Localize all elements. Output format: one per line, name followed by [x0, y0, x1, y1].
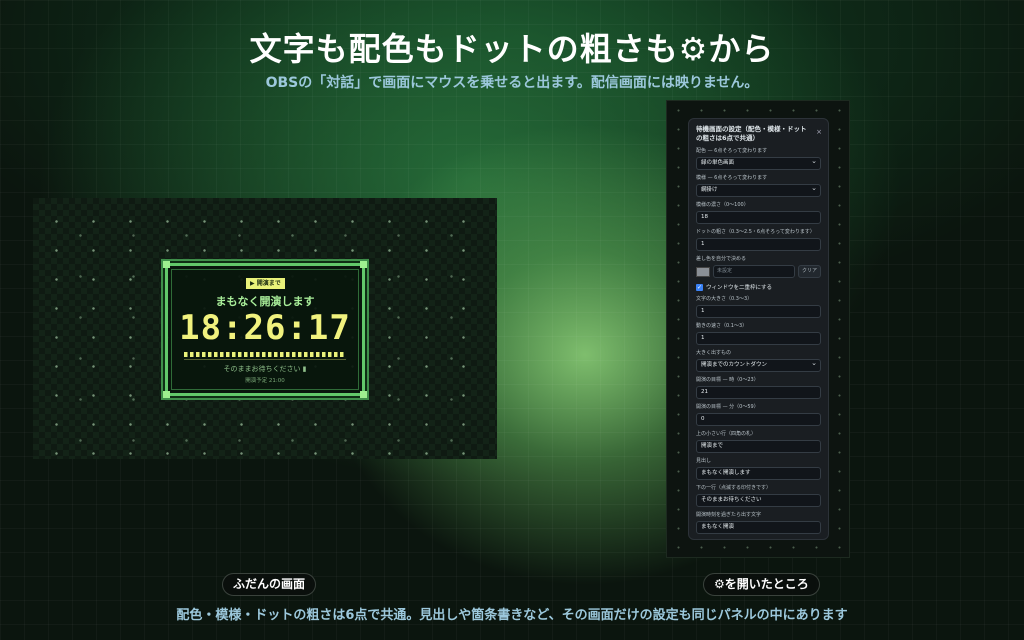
top-small-input[interactable]: 開演まで [696, 440, 821, 453]
accent-color-input[interactable]: 未設定 [713, 265, 795, 278]
progress-dots [184, 352, 346, 357]
normal-screen-caption: ふだんの画面 [222, 573, 317, 596]
progress-underline [184, 359, 346, 360]
clear-button[interactable]: クリア [797, 265, 821, 278]
normal-screen-preview: ▶ 開演まで まもなく開演します 18:26:17 そのままお待ちください ▮ … [33, 198, 497, 459]
big-item-select[interactable]: 開演までのカウントダウン [696, 358, 821, 372]
preview-waiting-text: そのままお待ちください ▮ [223, 365, 307, 373]
corner-ornament [360, 391, 367, 398]
top-small-label: 上の小さい行（四角の札） [696, 431, 757, 437]
footer-note: 配色・模様・ドットの粗さは6点で共通。見出しや箇条書きなど、その画面だけの設定も… [176, 608, 848, 623]
accent-color-label: 差し色を自分で決める [696, 256, 747, 262]
accent-color-row: 未設定 クリア [696, 265, 821, 278]
double-frame-row[interactable]: ✓ ウィンドウを二重枠にする [696, 283, 821, 291]
double-frame-label: ウィンドウを二重枠にする [706, 285, 773, 291]
big-item-label: 大きく出すもの [696, 350, 732, 356]
text-size-input[interactable]: 1 [696, 305, 821, 318]
text-size-label: 文字の大きさ（0.3〜3） [696, 296, 753, 302]
after-start-input[interactable]: まもなく開演 [696, 521, 821, 534]
close-icon[interactable]: × [816, 128, 822, 136]
preview-heading: まもなく開演します [215, 295, 315, 308]
dot-size-label: ドットの粗さ（0.3〜2.5・6点そろって変わります） [696, 229, 815, 235]
heading-input[interactable]: まもなく開演します [696, 467, 821, 480]
page-title: 文字も配色もドットの粗さも⚙から [249, 30, 775, 68]
palette-label: 配色 — 6点そろって変わります [696, 148, 768, 154]
target-minute-input[interactable]: 0 [696, 413, 821, 426]
target-hour-label: 開演の目標 — 時（0〜23） [696, 377, 759, 383]
settings-open-caption: ⚙を開いたところ [703, 573, 820, 596]
pattern-select[interactable]: 網掛け [696, 183, 821, 197]
corner-ornament [163, 261, 170, 268]
countdown-window: ▶ 開演まで まもなく開演します 18:26:17 そのままお待ちください ▮ … [163, 261, 367, 398]
corner-ornament [360, 261, 367, 268]
target-minute-label: 開演の目標 — 分（0〜59） [696, 404, 759, 410]
corner-ornament [163, 391, 170, 398]
after-start-label: 開演時刻を過ぎたら出す文字 [696, 512, 762, 518]
heading-label: 見出し [696, 458, 712, 464]
target-hour-input[interactable]: 21 [696, 386, 821, 399]
preview-schedule: 開演予定 21:00 [245, 378, 285, 384]
bottom-line-label: 下の一行（点滅する印付きです） [696, 485, 772, 491]
pattern-label: 模様 — 6点そろって変わります [696, 175, 768, 181]
palette-select[interactable]: 緑の単色画面 [696, 156, 821, 170]
speed-input[interactable]: 1 [696, 332, 821, 345]
color-swatch[interactable] [696, 266, 710, 277]
bottom-line-input[interactable]: そのままお待ちください [696, 494, 821, 507]
page-subtitle: OBSの「対話」で画面にマウスを乗せると出ます。配信画面には映りません。 [265, 75, 759, 91]
settings-panel: 待機画面の設定（配色・模様・ドットの粗さは6点で共通） × 配色 — 6点そろっ… [688, 118, 829, 540]
checkbox-checked-icon[interactable]: ✓ [696, 283, 703, 291]
pattern-density-input[interactable]: 18 [696, 211, 821, 224]
panel-title: 待機画面の設定（配色・模様・ドットの粗さは6点で共通） [696, 125, 807, 142]
countdown-time: 18:26:17 [179, 308, 351, 348]
pattern-density-label: 模様の濃さ（0〜100） [696, 202, 749, 208]
dot-size-input[interactable]: 1 [696, 238, 821, 251]
preview-tag: ▶ 開演まで [246, 278, 285, 289]
speed-label: 動きの速さ（0.1〜3） [696, 323, 748, 329]
